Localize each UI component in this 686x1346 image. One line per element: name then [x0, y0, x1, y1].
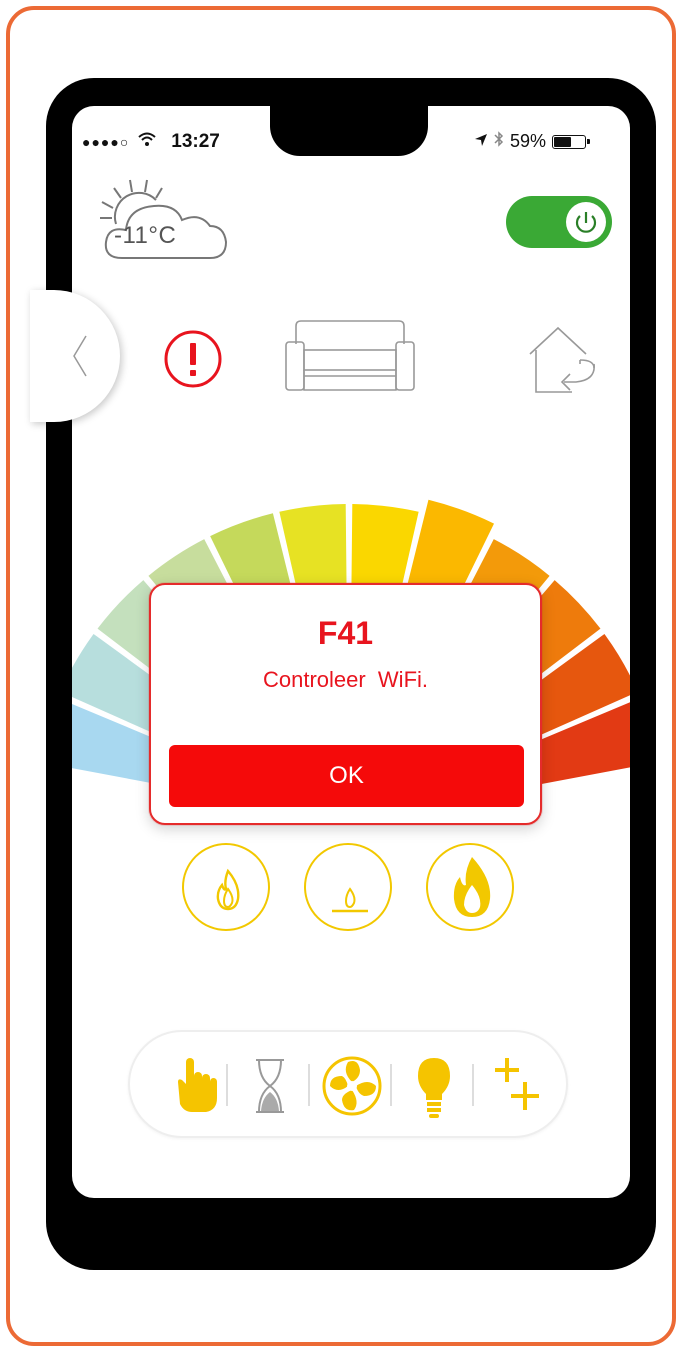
- fan-button[interactable]: [312, 1032, 392, 1136]
- pilot-flame-icon: [332, 887, 368, 913]
- phone-notch: [270, 106, 428, 156]
- signal-strength: ●●●●○: [82, 134, 130, 150]
- wifi-icon: [137, 131, 157, 153]
- bluetooth-icon: [494, 131, 504, 152]
- side-drawer-tab[interactable]: [30, 290, 120, 422]
- battery-percent: 59%: [510, 131, 547, 151]
- flame-large-button[interactable]: [426, 843, 514, 931]
- extras-button[interactable]: [476, 1032, 556, 1136]
- hand-manual-button[interactable]: [154, 1032, 234, 1136]
- hourglass-timer-icon: [256, 1059, 284, 1113]
- outdoor-temperature: -11°C: [114, 222, 177, 249]
- light-bulb-icon: [418, 1058, 450, 1118]
- battery-icon: [552, 134, 591, 149]
- error-code: F41: [317, 615, 374, 651]
- error-dialog: F41 Controleer WiFi. OK: [149, 583, 542, 825]
- light-bulb-button[interactable]: [394, 1032, 474, 1136]
- toolbar-divider: [472, 1064, 474, 1106]
- status-time: 13:27: [171, 131, 220, 152]
- pilot-flame-button[interactable]: [304, 843, 392, 931]
- house-return-icon[interactable]: [524, 320, 604, 405]
- hand-manual-icon: [178, 1058, 217, 1112]
- status-bar-left: ●●●●○ 13:27: [82, 131, 220, 153]
- power-icon: [575, 212, 597, 233]
- sofa-icon[interactable]: [282, 318, 418, 403]
- flame-medium-icon: [216, 868, 240, 911]
- fan-icon: [322, 1056, 382, 1116]
- power-toggle[interactable]: [506, 196, 612, 248]
- error-message: Controleer WiFi.: [262, 667, 429, 692]
- location-arrow-icon: [474, 131, 488, 152]
- flame-large-icon: [453, 857, 491, 917]
- ok-button[interactable]: OK: [169, 745, 524, 807]
- status-bar-right: 59%: [474, 131, 591, 152]
- toolbar-divider: [308, 1064, 310, 1106]
- toolbar-divider: [390, 1064, 392, 1106]
- exclamation-circle-icon[interactable]: [162, 328, 224, 395]
- bottom-toolbar: [128, 1030, 568, 1138]
- chevron-left-icon: [73, 335, 87, 377]
- flame-medium-button[interactable]: [182, 843, 270, 931]
- hourglass-timer-button[interactable]: [230, 1032, 310, 1136]
- plus-extras-icon: [495, 1058, 539, 1110]
- toggle-knob: [566, 202, 606, 242]
- toolbar-divider: [226, 1064, 228, 1106]
